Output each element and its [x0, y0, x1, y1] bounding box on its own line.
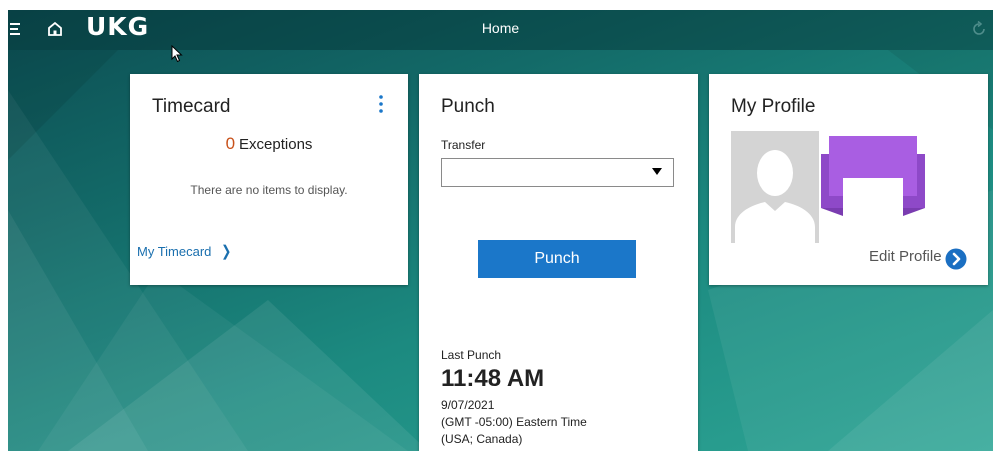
kebab-menu-icon[interactable]: [376, 94, 386, 114]
mouse-cursor-icon: [171, 45, 183, 63]
chevron-right-icon: ❯: [221, 243, 232, 260]
last-punch-date: 9/07/2021: [441, 398, 495, 412]
chevron-circle-right-icon[interactable]: [945, 248, 967, 270]
top-bar: UKG Home: [8, 10, 993, 50]
caret-down-icon: [652, 168, 662, 175]
page-title: Home: [481, 20, 520, 36]
empty-state-text: There are no items to display.: [190, 183, 348, 197]
transfer-label: Transfer: [441, 138, 486, 152]
profile-title: My Profile: [731, 96, 816, 117]
exceptions-summary[interactable]: 0 Exceptions: [130, 134, 408, 154]
last-punch-time: 11:48 AM: [441, 365, 545, 392]
avatar-placeholder-icon: [735, 150, 815, 243]
punch-card: Punch Transfer Punch Last Punch 11:48 AM…: [419, 74, 698, 451]
last-punch-label: Last Punch: [441, 348, 502, 362]
punch-button[interactable]: Punch: [478, 240, 636, 278]
refresh-icon[interactable]: [970, 20, 988, 38]
exceptions-label: Exceptions: [239, 136, 313, 153]
my-timecard-label: My Timecard: [137, 244, 212, 259]
transfer-select[interactable]: [441, 158, 674, 187]
profile-ribbon-icon: [821, 136, 925, 216]
last-punch-timezone: (GMT -05:00) Eastern Time: [441, 415, 587, 429]
profile-card: My Profile Edit Profile: [709, 74, 988, 285]
timecard-card: Timecard 0 Exceptions There are no items …: [130, 74, 408, 285]
my-timecard-link[interactable]: My Timecard ❯: [137, 242, 233, 260]
avatar[interactable]: [731, 131, 819, 243]
punch-title: Punch: [441, 96, 495, 117]
exceptions-count: 0: [225, 134, 236, 153]
app-window: UKG Home Timecard 0 Exceptions There are …: [8, 10, 993, 451]
timecard-title: Timecard: [152, 96, 231, 117]
last-punch-region: (USA; Canada): [441, 432, 523, 446]
edit-profile-link[interactable]: Edit Profile: [869, 248, 942, 265]
